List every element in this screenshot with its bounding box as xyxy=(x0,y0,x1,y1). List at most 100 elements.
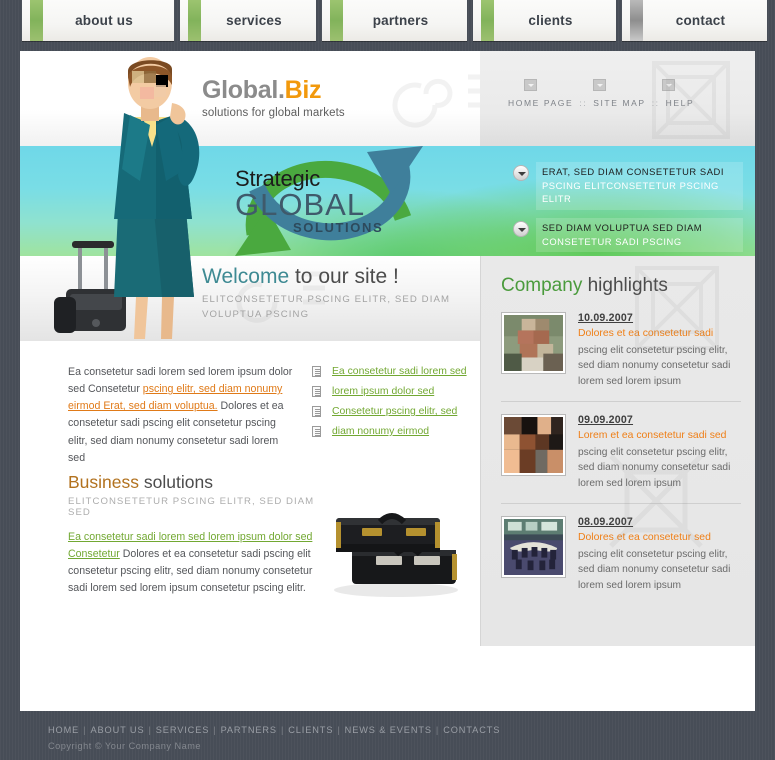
welcome-title: Welcome to our site ! xyxy=(202,266,399,287)
banner-feature-line-1: SED DIAM VOLUPTUA SED DIAM xyxy=(542,221,703,233)
footer-link-partners[interactable]: PARTNERS xyxy=(221,725,277,735)
tab-label: services xyxy=(226,13,282,28)
quick-links-list: Ea consetetur sadi lorem sed lorem ipsum… xyxy=(312,366,477,446)
footer-separator: | xyxy=(337,725,341,735)
highlight-body: pscing elit consetetur pscing elitr, sed… xyxy=(578,446,731,489)
tab-accent-bar xyxy=(330,0,343,41)
utility-link-home-page[interactable]: HOME PAGE xyxy=(508,98,573,108)
footer-copyright: Copyright © Your Company Name xyxy=(48,741,202,751)
tab-label: clients xyxy=(528,13,573,28)
business-solutions-title: Business solutions xyxy=(68,472,318,492)
highlight-headline[interactable]: Lorem et ea consetetur sadi sed xyxy=(578,429,741,443)
highlight-headline[interactable]: Dolores et ea consetetur sadi xyxy=(578,327,741,341)
utility-link-site-map[interactable]: SITE MAP xyxy=(593,98,645,108)
footer-separator: | xyxy=(280,725,285,735)
primary-tab-bar: about us services partners clients conta… xyxy=(0,0,775,41)
tab-about-us[interactable]: about us xyxy=(22,0,174,41)
banner-feature-text: ERAT, SED DIAM CONSETETUR SADI PSCING EL… xyxy=(536,162,743,210)
banner-headline: Strategic GLOBAL SOLUTIONS xyxy=(235,168,383,235)
footer-link-contacts[interactable]: CONTACTS xyxy=(443,725,500,735)
tab-accent-bar xyxy=(30,0,43,41)
highlight-item[interactable]: 10.09.2007 Dolores et ea consetetur sadi… xyxy=(501,312,741,403)
main-content: Welcome to our site ! ELITCONSETETUR PSC… xyxy=(20,57,755,646)
highlight-date[interactable]: 08.09.2007 xyxy=(578,516,741,528)
footer-separator: | xyxy=(213,725,217,735)
highlight-item[interactable]: 09.09.2007 Lorem et ea consetetur sadi s… xyxy=(501,414,741,505)
tab-label: contact xyxy=(675,13,726,28)
highlight-body: pscing elit consetetur pscing elitr, sed… xyxy=(578,548,731,591)
quick-link-row[interactable]: diam nonumy eirmod xyxy=(312,426,477,437)
highlight-item[interactable]: 08.09.2007 Dolores et ea consetetur sed … xyxy=(501,516,741,605)
highlight-thumbnail[interactable] xyxy=(501,516,566,579)
footer-separator: | xyxy=(148,725,152,735)
tab-services[interactable]: services xyxy=(180,0,316,41)
footer-link-home[interactable]: HOME xyxy=(48,725,79,735)
page-container: Global.Biz solutions for global markets xyxy=(20,51,755,711)
banner-feature-item[interactable]: SED DIAM VOLUPTUA SED DIAM CONSETETUR SA… xyxy=(513,217,743,253)
utility-link-help[interactable]: HELP xyxy=(666,98,695,108)
banner-feature-line-1: ERAT, SED DIAM CONSETETUR SADI xyxy=(542,166,724,177)
banner-feature-item[interactable]: ERAT, SED DIAM CONSETETUR SADI PSCING EL… xyxy=(513,162,743,210)
quick-link-row[interactable]: lorem ipsum dolor sed xyxy=(312,386,477,397)
logo-dot: . xyxy=(277,76,285,104)
site-map-icon[interactable] xyxy=(593,79,606,91)
chevron-down-icon[interactable] xyxy=(513,165,529,181)
business-solutions-subtitle: ELITCONSETETUR PSCING ELITR, SED DIAM SE… xyxy=(68,495,315,518)
highlight-thumbnail[interactable] xyxy=(501,312,566,374)
utility-nav-separator: :: xyxy=(651,98,660,108)
quick-link[interactable]: Consetetur pscing elitr, sed xyxy=(332,406,457,417)
business-solutions-body: Ea consetetur sadi lorem sed lorem ipsum… xyxy=(68,529,318,598)
highlight-date[interactable]: 10.09.2007 xyxy=(578,312,741,324)
banner-line-3: SOLUTIONS xyxy=(293,219,384,235)
quick-link-row[interactable]: Consetetur pscing elitr, sed xyxy=(312,406,477,417)
logo-text-biz: Biz xyxy=(284,76,322,104)
quick-link[interactable]: lorem ipsum dolor sed xyxy=(332,386,434,397)
banner-feature-line-2: CONSETETUR SADI PSCING xyxy=(542,235,682,247)
highlight-headline[interactable]: Dolores et ea consetetur sed xyxy=(578,531,741,545)
highlights-title-rest: highlights xyxy=(582,275,668,296)
tab-partners[interactable]: partners xyxy=(322,0,467,41)
conference-room-image xyxy=(504,519,563,576)
businesswoman-illustration xyxy=(44,51,224,341)
highlight-body: pscing elit consetetur pscing elitr, sed… xyxy=(578,344,731,387)
quick-link[interactable]: diam nonumy eirmod xyxy=(332,426,429,437)
banner-feature-line-2: PSCING ELITCONSETETUR PSCING ELITR xyxy=(542,179,719,205)
document-icon xyxy=(312,426,321,437)
footer-separator: | xyxy=(435,725,440,735)
help-icon[interactable] xyxy=(662,79,675,91)
site-footer: HOME | ABOUT US | SERVICES | PARTNERS | CLIENTS |… xyxy=(20,711,755,760)
tab-label: partners xyxy=(372,13,429,28)
footer-link-services[interactable]: SERVICES xyxy=(156,725,210,735)
tab-accent-bar xyxy=(188,0,201,41)
header-right: HOME PAGE :: SITE MAP :: HELP xyxy=(480,51,755,146)
business-title-accent: Business xyxy=(68,472,140,492)
tab-contact[interactable]: contact xyxy=(622,0,767,41)
highlight-text: 08.09.2007 Dolores et ea consetetur sed … xyxy=(578,516,741,593)
highlight-thumbnail[interactable] xyxy=(501,414,566,477)
highlight-date[interactable]: 09.09.2007 xyxy=(578,414,741,426)
utility-nav: HOME PAGE :: SITE MAP :: HELP xyxy=(508,79,733,108)
utility-nav-icons xyxy=(508,79,733,91)
chevron-down-icon[interactable] xyxy=(513,220,529,237)
tab-label: about us xyxy=(75,13,133,28)
highlight-text: 10.09.2007 Dolores et ea consetetur sadi… xyxy=(578,312,741,389)
content-column-right: Company highlights 10.09.2007 Dolores et… xyxy=(480,256,755,646)
document-icon xyxy=(312,366,321,377)
document-icon xyxy=(312,406,321,417)
tab-accent-bar xyxy=(630,0,643,41)
footer-link-clients[interactable]: CLIENTS xyxy=(288,725,333,735)
utility-nav-separator: :: xyxy=(579,98,588,108)
briefcases-image xyxy=(318,494,468,599)
footer-link-about-us[interactable]: ABOUT US xyxy=(90,725,144,735)
business-title-rest: solutions xyxy=(139,472,213,492)
home-page-icon[interactable] xyxy=(524,79,537,91)
tab-clients[interactable]: clients xyxy=(473,0,616,41)
banner-feature-list: ERAT, SED DIAM CONSETETUR SADI PSCING EL… xyxy=(513,162,743,256)
document-icon xyxy=(312,386,321,397)
footer-link-news-events[interactable]: NEWS & EVENTS xyxy=(345,725,432,735)
quick-link-row[interactable]: Ea consetetur sadi lorem sed xyxy=(312,366,477,377)
quick-link[interactable]: Ea consetetur sadi lorem sed xyxy=(332,366,467,377)
tab-accent-bar xyxy=(481,0,494,41)
intro-paragraph-text: Ea consetetur sadi lorem sed lorem ipsum… xyxy=(68,364,296,467)
highlights-title-accent: Company xyxy=(501,275,583,296)
